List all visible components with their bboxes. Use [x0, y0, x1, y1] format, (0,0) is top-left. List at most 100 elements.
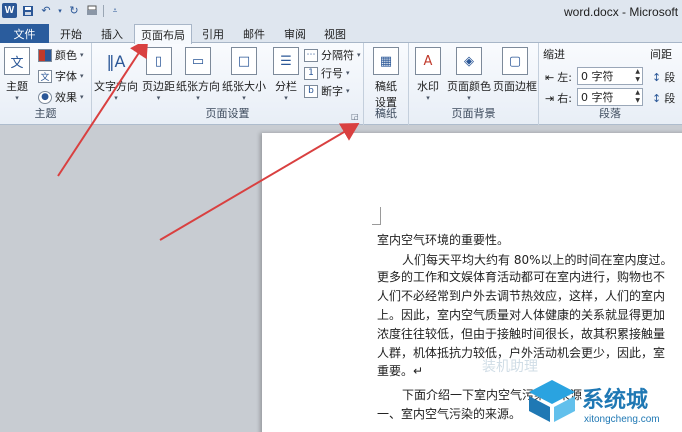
- effects-label: 效果: [55, 91, 77, 104]
- qat-separator: [103, 4, 104, 17]
- spacing-after-label: 段: [664, 92, 676, 105]
- paragraph-group-label: 段落: [599, 107, 621, 120]
- size-button[interactable]: □ 纸张大小 ▾: [222, 47, 266, 102]
- paragraph-group: 缩进 间距 ⇤ 左: 0 字符 ▲ ▼ ⇥ 右: 0 字符 ▲ ▼ ↕ 段 ↕ 段 段落: [539, 43, 682, 125]
- draft-paper-icon: ▦: [373, 47, 399, 75]
- text-direction-button[interactable]: ‖A 文字方向 ▾: [94, 47, 138, 103]
- chevron-down-icon: ▾: [467, 94, 471, 102]
- chevron-down-icon: ▾: [426, 94, 430, 102]
- watermark-brand: 系统城: [582, 388, 649, 413]
- chevron-down-icon: ▾: [346, 87, 350, 95]
- indent-left-input[interactable]: 0 字符 ▲ ▼: [577, 67, 643, 85]
- title-bar: W ↶ ▾ ↻ ⩡ word.docx - Microsoft: [0, 0, 682, 24]
- tab-references[interactable]: 引用: [196, 24, 230, 43]
- customize-qat-icon[interactable]: ⩡: [108, 4, 122, 18]
- ribbon: 文 主题 ▾ 颜色 ▾ 文 字体 ▾ ● 效果 ▾ 主题 ‖A 文字方向 ▾ ▯ 页边…: [0, 43, 682, 125]
- indent-title: 缩进: [543, 48, 565, 61]
- effects-icon: ●: [38, 90, 52, 104]
- indent-right-text: 右:: [557, 92, 572, 105]
- indent-right-label: ⇥ 右:: [545, 90, 572, 106]
- faded-watermark-text: 装机助理: [482, 359, 538, 375]
- orientation-button[interactable]: ▭ 纸张方向 ▾: [176, 47, 220, 102]
- doc-line[interactable]: 上。因此，室内空气质量对人体健康的关系就显得更加: [377, 306, 665, 323]
- line-numbers-button[interactable]: 1 行号 ▾: [304, 65, 350, 81]
- tab-mailings[interactable]: 邮件: [237, 24, 271, 43]
- chevron-down-icon: ▾: [156, 94, 161, 102]
- chevron-down-icon: ▾: [242, 94, 246, 102]
- indent-left-value: 0 字符: [581, 70, 614, 83]
- spin-arrows-icon[interactable]: ▲ ▼: [635, 89, 640, 105]
- hyphenation-button[interactable]: b 断字 ▾: [304, 83, 350, 99]
- chevron-down-icon: ▾: [80, 93, 84, 101]
- chevron-down-icon: ▾: [15, 94, 19, 102]
- tab-view[interactable]: 视图: [318, 24, 352, 43]
- margins-label: 页边距: [142, 80, 175, 93]
- draft-paper-label: 稿纸: [375, 80, 397, 93]
- page-setup-group-label: 页面设置: [205, 107, 250, 120]
- tab-page-layout[interactable]: 页面布局: [134, 24, 192, 44]
- page-borders-button[interactable]: ▢ 页面边框: [493, 47, 537, 94]
- watermark-icon: A: [415, 47, 441, 75]
- quick-print-icon[interactable]: [85, 4, 99, 18]
- tab-file[interactable]: 文件: [0, 24, 49, 43]
- chevron-down-icon: ▾: [114, 94, 118, 102]
- fonts-button[interactable]: 文 字体 ▾: [38, 68, 84, 84]
- line-numbers-icon: 1: [304, 66, 318, 80]
- doc-line[interactable]: 更多的工作和文娱体育活动都可在室内进行，购物也不: [377, 268, 665, 285]
- orientation-label: 纸张方向: [176, 80, 220, 93]
- draft-paper-button[interactable]: ▦ 稿纸 设置: [373, 47, 399, 110]
- doc-line[interactable]: 重要。↵: [377, 362, 423, 379]
- page-borders-icon: ▢: [502, 47, 528, 75]
- spacing-after-icon: ↕: [652, 91, 662, 105]
- redo-icon[interactable]: ↻: [67, 4, 81, 18]
- breaks-button[interactable]: ⋯ 分隔符 ▾: [304, 47, 361, 63]
- columns-label: 分栏: [275, 80, 297, 93]
- spacing-before-icon: ↕: [652, 70, 662, 84]
- colors-icon: [38, 48, 52, 62]
- columns-icon: ☰: [273, 47, 299, 75]
- doc-line[interactable]: 浓度往往较低，但由于接触时间很长，故其积累接触量: [377, 325, 665, 342]
- tab-insert[interactable]: 插入: [95, 24, 129, 43]
- spin-arrows-icon[interactable]: ▲ ▼: [635, 68, 640, 84]
- page-setup-group: ‖A 文字方向 ▾ ▯ 页边距 ▾ ▭ 纸张方向 ▾ □ 纸张大小 ▾ ☰ 分栏…: [92, 43, 364, 125]
- undo-icon[interactable]: ↶: [39, 4, 53, 18]
- orientation-icon: ▭: [185, 47, 211, 75]
- watermark-label: 水印: [417, 80, 439, 93]
- page-color-button[interactable]: ◈ 页面颜色 ▾: [447, 47, 491, 102]
- save-icon[interactable]: [21, 4, 35, 18]
- tab-home[interactable]: 开始: [54, 24, 88, 43]
- colors-button[interactable]: 颜色 ▾: [38, 47, 84, 63]
- doc-line[interactable]: 人们不必经常到户外去调节热效应，这样，人们的室内: [377, 287, 665, 304]
- chevron-down-icon: ▾: [80, 72, 84, 80]
- spacing-before[interactable]: ↕ 段: [652, 69, 675, 85]
- doc-line[interactable]: 一、室内空气污染的来源。: [377, 405, 521, 422]
- indent-right-input[interactable]: 0 字符 ▲ ▼: [577, 88, 643, 106]
- theme-group: 文 主题 ▾ 颜色 ▾ 文 字体 ▾ ● 效果 ▾ 主题: [0, 43, 92, 125]
- page-background-group: A 水印 ▾ ◈ 页面颜色 ▾ ▢ 页面边框 页面背景: [409, 43, 539, 125]
- columns-button[interactable]: ☰ 分栏 ▾: [273, 47, 299, 102]
- draft-paper-group: ▦ 稿纸 设置 稿纸: [364, 43, 409, 125]
- margins-icon: ▯: [145, 47, 172, 75]
- text-direction-label: 文字方向: [94, 80, 138, 93]
- theme-button-label: 主题: [6, 80, 28, 93]
- indent-left-label: ⇤ 左:: [545, 69, 572, 85]
- doc-line[interactable]: 人们每天平均大约有 80%以上的时间在室内度过。: [402, 251, 673, 268]
- chevron-down-icon[interactable]: ▾: [57, 4, 63, 18]
- word-app-icon[interactable]: W: [2, 3, 17, 18]
- theme-button[interactable]: 文 主题 ▾: [4, 47, 30, 102]
- margin-corner-mark: [372, 207, 381, 225]
- hyphenation-icon: b: [304, 84, 318, 98]
- chevron-down-icon: ▾: [357, 51, 361, 59]
- doc-line[interactable]: 室内空气环境的重要性。: [377, 231, 509, 248]
- size-label: 纸张大小: [222, 80, 266, 93]
- watermark-button[interactable]: A 水印 ▾: [415, 47, 441, 102]
- theme-group-label: 主题: [34, 107, 57, 120]
- dialog-launcher-icon[interactable]: ◲: [351, 112, 360, 121]
- spacing-after[interactable]: ↕ 段: [652, 90, 675, 106]
- hyphenation-label: 断字: [321, 85, 343, 98]
- draft-paper-group-label: 稿纸: [375, 107, 397, 120]
- tab-review[interactable]: 审阅: [278, 24, 312, 43]
- indent-right-value: 0 字符: [581, 91, 614, 104]
- effects-button[interactable]: ● 效果 ▾: [38, 89, 84, 105]
- margins-button[interactable]: ▯ 页边距 ▾: [142, 47, 175, 102]
